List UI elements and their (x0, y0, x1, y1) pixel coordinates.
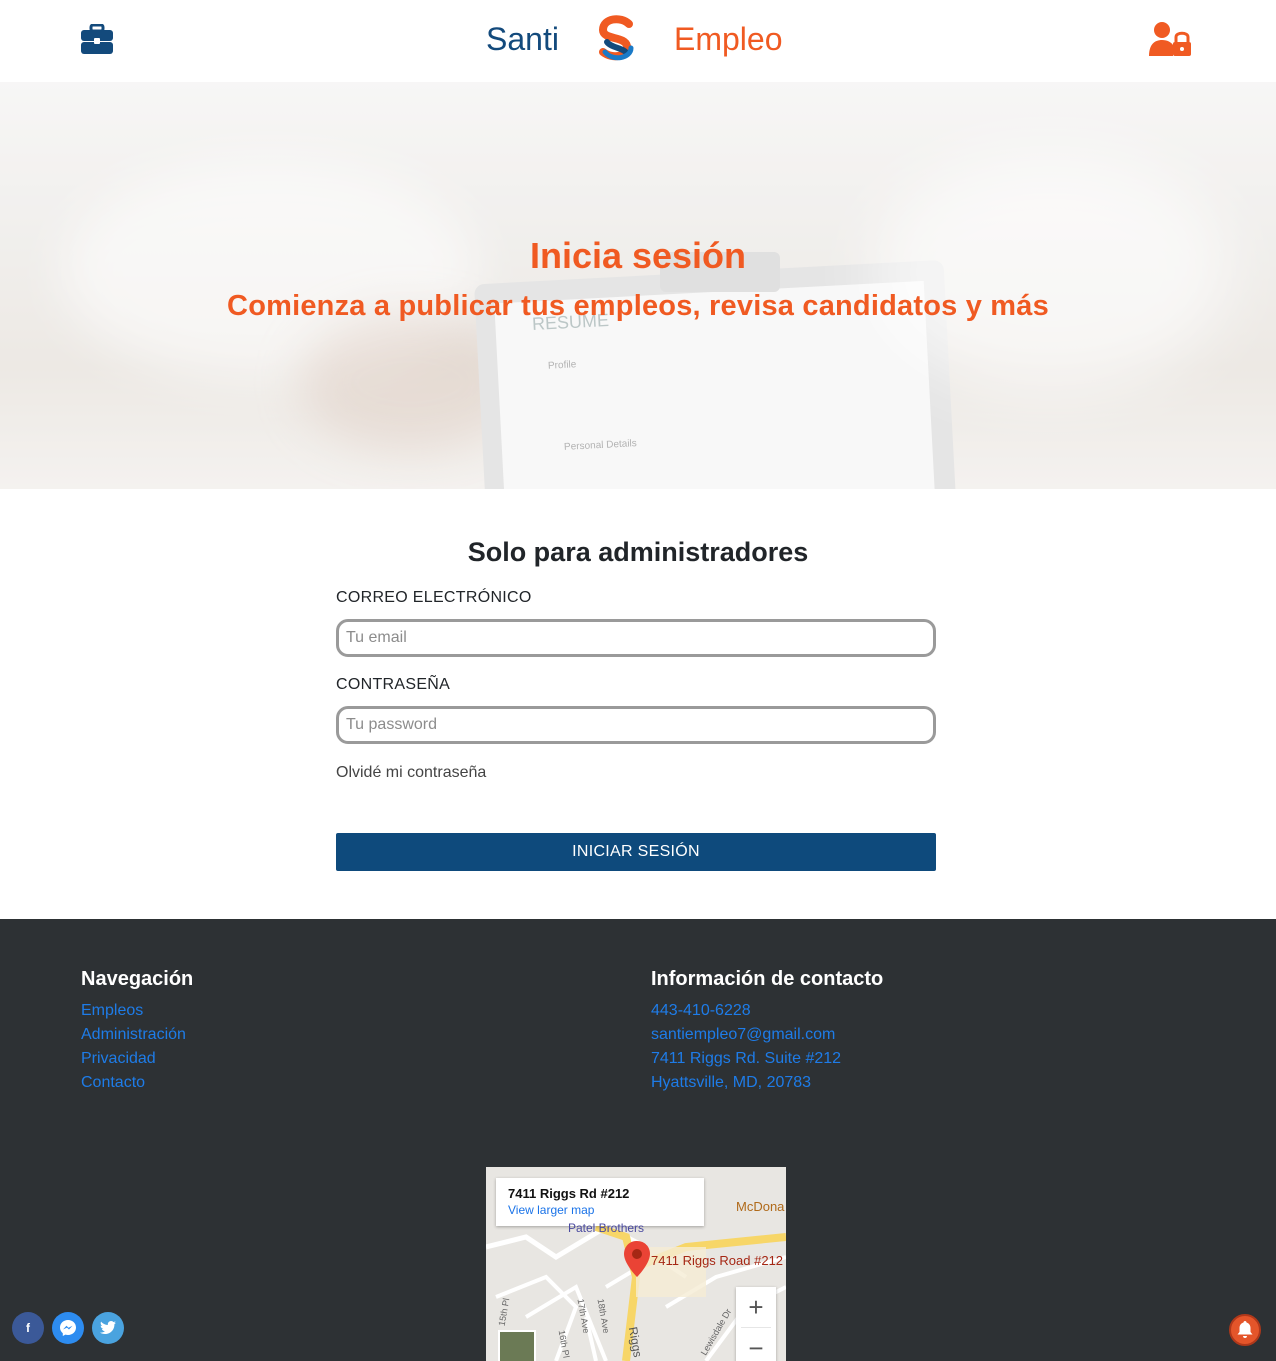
brand-santi-text: Santi (486, 21, 559, 57)
forgot-password-link[interactable]: Olvidé mi contraseña (336, 764, 486, 782)
santi-logo-icon (598, 15, 634, 61)
footer-contact-email[interactable]: santiempleo7@gmail.com (651, 1026, 835, 1044)
footer-contact-address-line1[interactable]: 7411 Riggs Rd. Suite #212 (651, 1050, 841, 1068)
footer-link-privacidad[interactable]: Privacidad (81, 1050, 156, 1068)
twitter-share-button[interactable] (92, 1312, 124, 1344)
hero-title: Inicia sesión (529, 235, 747, 276)
facebook-share-button[interactable]: f (12, 1312, 44, 1344)
footer-contact-title: Información de contacto (651, 968, 884, 990)
map-zoom-out-button[interactable]: − (736, 1328, 776, 1361)
map-card-address: 7411 Riggs Rd #212 (508, 1186, 630, 1201)
footer-contact-phone[interactable]: 443-410-6228 (651, 1002, 751, 1020)
hero-banner: RESUME Profile Personal Details Inicia s… (0, 82, 1276, 489)
login-submit-button[interactable]: INICIAR SESIÓN (336, 833, 936, 871)
footer-link-contacto[interactable]: Contacto (81, 1074, 145, 1092)
map-zoom-controls: + − (736, 1287, 776, 1361)
footer-contact-address-line2[interactable]: Hyattsville, MD, 20783 (651, 1074, 811, 1092)
user-lock-icon[interactable] (1149, 22, 1193, 56)
twitter-icon (100, 1321, 116, 1334)
map-info-card: 7411 Riggs Rd #212 View larger map (496, 1178, 704, 1226)
google-map-embed[interactable]: 7411 Riggs Rd #212 View larger map McDon… (486, 1167, 786, 1361)
bell-icon (1237, 1321, 1253, 1338)
facebook-icon: f (26, 1321, 30, 1335)
site-header: Santi Empleo (0, 0, 1276, 82)
email-input[interactable] (336, 619, 936, 657)
site-footer: Navegación Empleos Administración Privac… (0, 919, 1276, 1361)
login-form-title: Solo para administradores (467, 537, 809, 567)
briefcase-icon[interactable] (81, 24, 113, 54)
brand-logo-link[interactable]: Santi Empleo (486, 14, 786, 68)
messenger-icon (60, 1320, 76, 1336)
map-pin-icon[interactable] (624, 1241, 650, 1277)
map-label-mcdonalds: McDona (736, 1199, 785, 1214)
footer-nav-title: Navegación (81, 968, 194, 990)
password-label: CONTRASEÑA (336, 676, 451, 693)
email-label: CORREO ELECTRÓNICO (336, 589, 532, 606)
map-view-larger-link[interactable]: View larger map (508, 1203, 692, 1217)
notification-bell-button[interactable] (1229, 1314, 1261, 1346)
messenger-share-button[interactable] (52, 1312, 84, 1344)
map-zoom-in-button[interactable]: + (736, 1287, 776, 1327)
password-input[interactable] (336, 706, 936, 744)
footer-link-empleos[interactable]: Empleos (81, 1002, 143, 1020)
map-label-pin: 7411 Riggs Road #212 (651, 1253, 784, 1268)
footer-link-administracion[interactable]: Administración (81, 1026, 186, 1044)
map-satellite-toggle[interactable] (498, 1330, 536, 1361)
map-label-patel: Patel Brothers (568, 1221, 645, 1235)
brand-empleo-text: Empleo (674, 21, 783, 57)
hero-overlay (0, 82, 1276, 489)
hero-subtitle: Comienza a publicar tus empleos, revisa … (227, 290, 1049, 322)
